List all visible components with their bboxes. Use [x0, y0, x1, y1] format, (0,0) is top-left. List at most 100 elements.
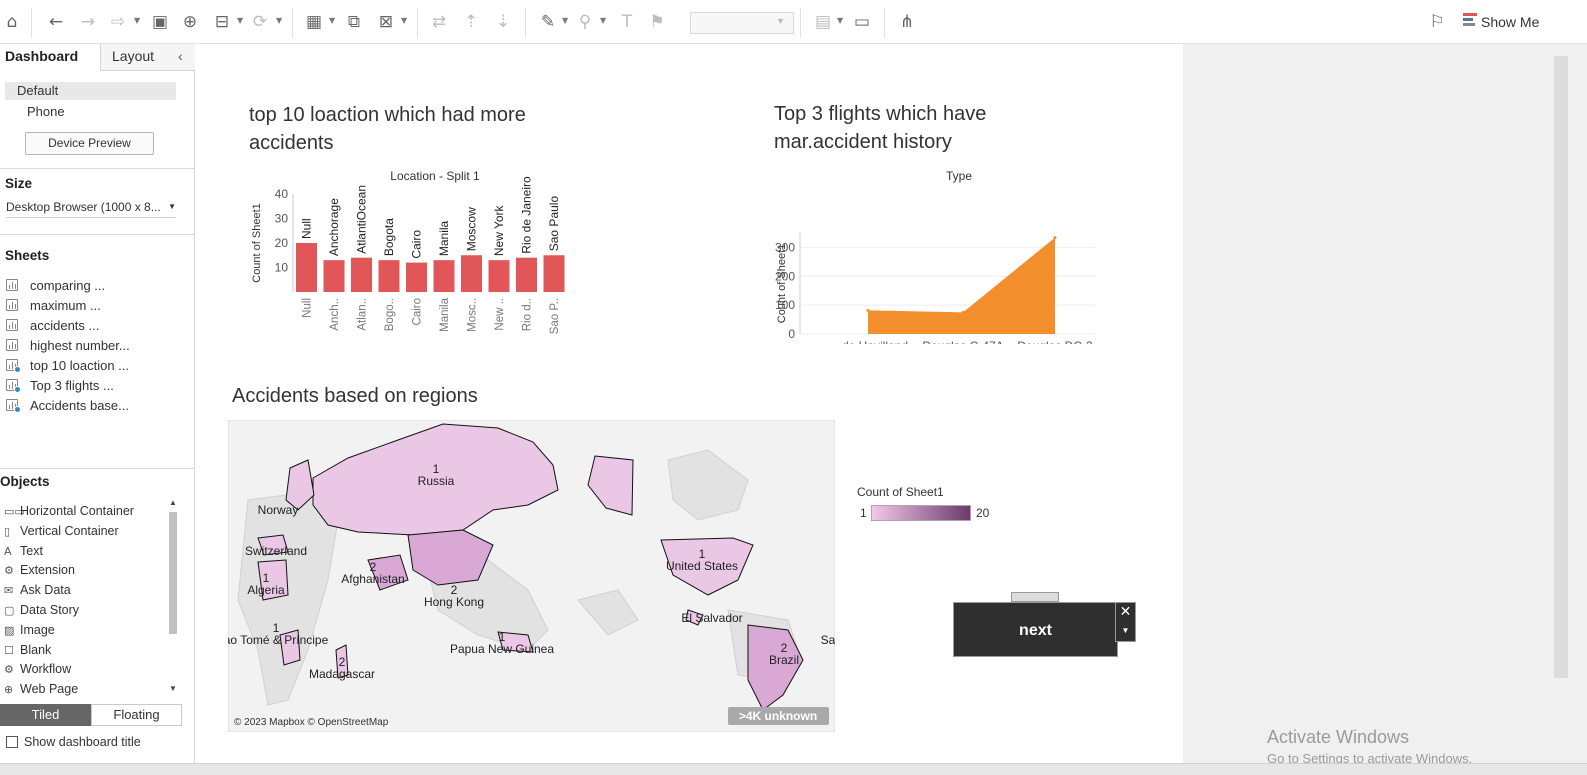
- region-map[interactable]: © 2023 Mapbox © OpenStreetMap >4K unknow…: [228, 420, 835, 732]
- scroll-up-icon[interactable]: ▲: [169, 498, 177, 507]
- undo-icon[interactable]: ←: [44, 10, 68, 34]
- show-cards-icon[interactable]: ▤: [811, 10, 835, 34]
- new-data-source-icon[interactable]: ⊕: [178, 10, 202, 34]
- chevron-down-icon[interactable]: ▼: [562, 16, 568, 25]
- area-point[interactable]: [866, 308, 870, 312]
- color-legend-bar[interactable]: [871, 505, 971, 521]
- scroll-down-icon[interactable]: ▼: [169, 684, 177, 693]
- highlight-icon[interactable]: ✎: [536, 10, 560, 34]
- redo-icon[interactable]: →: [76, 10, 100, 34]
- tab-dashboard[interactable]: Dashboard: [0, 44, 101, 71]
- map-region-label[interactable]: Norway: [258, 503, 299, 517]
- chevron-down-icon[interactable]: ▼: [237, 16, 243, 25]
- object-image[interactable]: ▨ Image: [4, 621, 55, 639]
- presentation-mode-icon[interactable]: ▭: [850, 10, 874, 34]
- show-dashboard-title-checkbox[interactable]: Show dashboard title: [6, 735, 141, 749]
- chevron-down-icon[interactable]: ▼: [401, 16, 407, 25]
- map-region-label[interactable]: Brazil: [769, 653, 799, 667]
- clear-sheet-icon[interactable]: ⊠: [374, 10, 398, 34]
- map-credit[interactable]: © 2023 Mapbox © OpenStreetMap: [234, 717, 389, 728]
- swap-axes-icon[interactable]: ⇄: [427, 10, 451, 34]
- chevron-down-icon[interactable]: ▼: [276, 16, 282, 25]
- new-worksheet-icon[interactable]: ▦: [302, 10, 326, 34]
- bar[interactable]: [543, 255, 565, 292]
- replay-icon[interactable]: ⇨: [106, 10, 130, 34]
- object-workflow[interactable]: ⚙ Workflow: [4, 660, 71, 678]
- sort-ascending-icon[interactable]: ⇡: [459, 10, 483, 34]
- share-icon[interactable]: ⋔: [895, 10, 919, 34]
- object-extension[interactable]: ⚙ Extension: [4, 561, 75, 579]
- show-me-button[interactable]: Show Me: [1481, 14, 1539, 30]
- area-chart[interactable]: TypeCount of Sheet10100200300de Havillan…: [775, 164, 1115, 344]
- bar[interactable]: [461, 255, 482, 292]
- size-dropdown[interactable]: Desktop Browser (1000 x 8... ▼: [6, 200, 176, 218]
- area-point[interactable]: [1053, 236, 1057, 240]
- save-icon[interactable]: ▣: [148, 10, 172, 34]
- drag-handle[interactable]: [1011, 592, 1059, 602]
- object-vertical-container[interactable]: ▯ Vertical Container: [4, 522, 119, 540]
- chevron-down-icon[interactable]: ▼: [329, 16, 335, 25]
- map-region-label[interactable]: Sa: [821, 633, 835, 647]
- chevron-down-icon[interactable]: ▼: [600, 16, 606, 25]
- sort-descending-icon[interactable]: ⇣: [491, 10, 515, 34]
- legend-title: Count of Sheet1: [857, 485, 944, 499]
- map-region-label[interactable]: ao Tomé & Príncipe: [228, 633, 329, 647]
- bar-chart[interactable]: Location - Split 1 Count of Sheet1 10 20 30 4…: [245, 164, 585, 344]
- object-label: Horizontal Container: [20, 504, 134, 518]
- bar-y-tick: 30: [275, 212, 289, 226]
- map-region-label[interactable]: El Salvador: [681, 611, 742, 625]
- object-data-story[interactable]: ▢ Data Story: [4, 601, 79, 619]
- bar[interactable]: [323, 260, 345, 292]
- tiled-button[interactable]: Tiled: [0, 704, 91, 726]
- map-region-label[interactable]: Papua New Guinea: [450, 642, 554, 656]
- object-text[interactable]: A Text: [4, 542, 43, 560]
- map-region-label[interactable]: Afghanistan: [341, 572, 404, 586]
- area-point[interactable]: [961, 310, 965, 314]
- object-web-page[interactable]: ⊕ Web Page: [4, 680, 78, 698]
- fix-axes-icon[interactable]: ⚑: [645, 10, 669, 34]
- object-blank[interactable]: ☐ Blank: [4, 641, 51, 659]
- device-preview-button[interactable]: Device Preview: [25, 132, 154, 155]
- bar[interactable]: [488, 260, 510, 292]
- bar[interactable]: [516, 257, 537, 292]
- pause-updates-icon[interactable]: ⊟: [210, 10, 234, 34]
- show-mark-labels-icon[interactable]: T: [615, 10, 639, 34]
- objects-scrollbar[interactable]: ▲ ▼: [167, 496, 179, 696]
- chevron-down-icon[interactable]: ▼: [134, 16, 140, 25]
- group-members-icon[interactable]: ⚲: [573, 10, 597, 34]
- map-region-label[interactable]: Madagascar: [309, 667, 375, 681]
- map-region-label[interactable]: Switzerland: [245, 544, 307, 558]
- worksheet-icon: [6, 319, 18, 331]
- area-series[interactable]: [868, 237, 1055, 334]
- bar[interactable]: [433, 260, 455, 292]
- duplicate-sheet-icon[interactable]: ⧉: [342, 10, 366, 34]
- bar[interactable]: [378, 260, 400, 292]
- object-horizontal-container[interactable]: ▭▭Horizontal Container: [4, 502, 134, 520]
- next-button[interactable]: next: [953, 602, 1118, 657]
- collapse-sidebar-icon[interactable]: ‹: [178, 48, 183, 64]
- show-me-icon[interactable]: [1463, 13, 1477, 27]
- scrollbar-thumb[interactable]: [1554, 56, 1568, 678]
- map-region-label[interactable]: United States: [666, 559, 738, 573]
- floating-button[interactable]: Floating: [91, 704, 182, 726]
- device-default[interactable]: Default: [5, 82, 176, 100]
- vertical-scrollbar[interactable]: [1552, 44, 1570, 678]
- format-painter-icon[interactable]: ⚐: [1425, 10, 1449, 34]
- chevron-down-icon[interactable]: ▼: [1122, 626, 1130, 635]
- map-region-label[interactable]: Algeria: [247, 583, 285, 597]
- close-icon[interactable]: ✕ ▼: [1115, 602, 1136, 642]
- object-ask-data[interactable]: ✉ Ask Data: [4, 581, 71, 599]
- unknown-badge[interactable]: >4K unknown: [739, 709, 817, 723]
- map-region-label[interactable]: Hong Kong: [424, 595, 484, 609]
- refresh-icon[interactable]: ⟳: [248, 10, 272, 34]
- chevron-down-icon[interactable]: ▼: [837, 16, 843, 25]
- legend-max: 20: [976, 506, 990, 520]
- home-icon[interactable]: ⌂: [0, 10, 24, 34]
- bar[interactable]: [351, 257, 372, 292]
- bar[interactable]: [406, 262, 427, 292]
- scrollbar-thumb[interactable]: [169, 512, 177, 634]
- fit-dropdown[interactable]: ▼: [690, 12, 794, 34]
- bar[interactable]: [296, 243, 317, 292]
- device-phone[interactable]: Phone: [27, 104, 65, 119]
- map-region-label[interactable]: Russia: [418, 474, 455, 488]
